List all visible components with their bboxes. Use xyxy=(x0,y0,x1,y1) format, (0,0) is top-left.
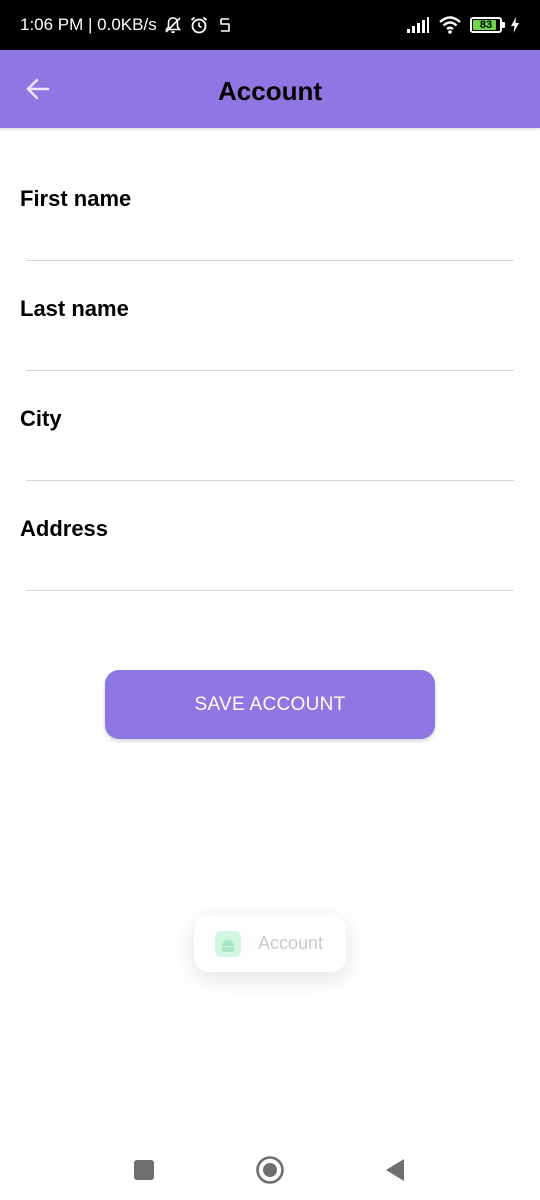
battery-icon: 83 xyxy=(470,17,505,33)
mute-icon xyxy=(164,17,181,34)
alarm-icon xyxy=(190,16,207,34)
status-left: 1:06 PM | 0.0KB/s xyxy=(20,0,235,50)
address-underline xyxy=(26,590,514,591)
last-name-label: Last name xyxy=(20,296,129,321)
system-nav-bar xyxy=(0,1140,540,1200)
first-name-underline xyxy=(26,260,514,261)
back-button[interactable] xyxy=(16,67,60,111)
city-label: City xyxy=(20,406,62,431)
app-icon xyxy=(219,18,230,32)
address-input[interactable] xyxy=(26,552,514,588)
back-nav-button[interactable] xyxy=(379,1154,411,1186)
recents-icon xyxy=(134,1160,154,1180)
toast-text: Account xyxy=(258,933,324,953)
recents-button[interactable] xyxy=(128,1154,160,1186)
status-time: 1:06 PM | 0.0KB/s xyxy=(20,15,157,34)
app-bar: Account xyxy=(0,50,540,128)
wifi-icon xyxy=(439,16,461,34)
status-right: 83 xyxy=(406,0,520,50)
city-field: City xyxy=(20,406,520,516)
home-button[interactable] xyxy=(254,1154,286,1186)
home-icon xyxy=(256,1156,284,1184)
city-input[interactable] xyxy=(26,442,514,478)
first-name-label: First name xyxy=(20,186,132,211)
last-name-field: Last name xyxy=(20,296,520,406)
first-name-field: First name xyxy=(20,186,520,296)
android-app-icon xyxy=(215,931,241,957)
arrow-left-icon xyxy=(26,78,50,100)
last-name-input[interactable] xyxy=(26,332,514,368)
signal-icon xyxy=(407,17,429,33)
toast: Account xyxy=(194,915,346,972)
charging-icon xyxy=(511,17,519,33)
save-account-button[interactable]: SAVE ACCOUNT xyxy=(105,670,435,739)
battery-level: 83 xyxy=(479,19,493,31)
city-underline xyxy=(26,480,514,481)
status-bar: 1:06 PM | 0.0KB/s 83 xyxy=(0,0,540,50)
back-triangle-icon xyxy=(386,1159,404,1181)
address-field: Address xyxy=(20,516,520,626)
page-title: Account xyxy=(218,76,322,106)
address-label: Address xyxy=(20,516,109,541)
last-name-underline xyxy=(26,370,514,371)
first-name-input[interactable] xyxy=(26,222,514,258)
